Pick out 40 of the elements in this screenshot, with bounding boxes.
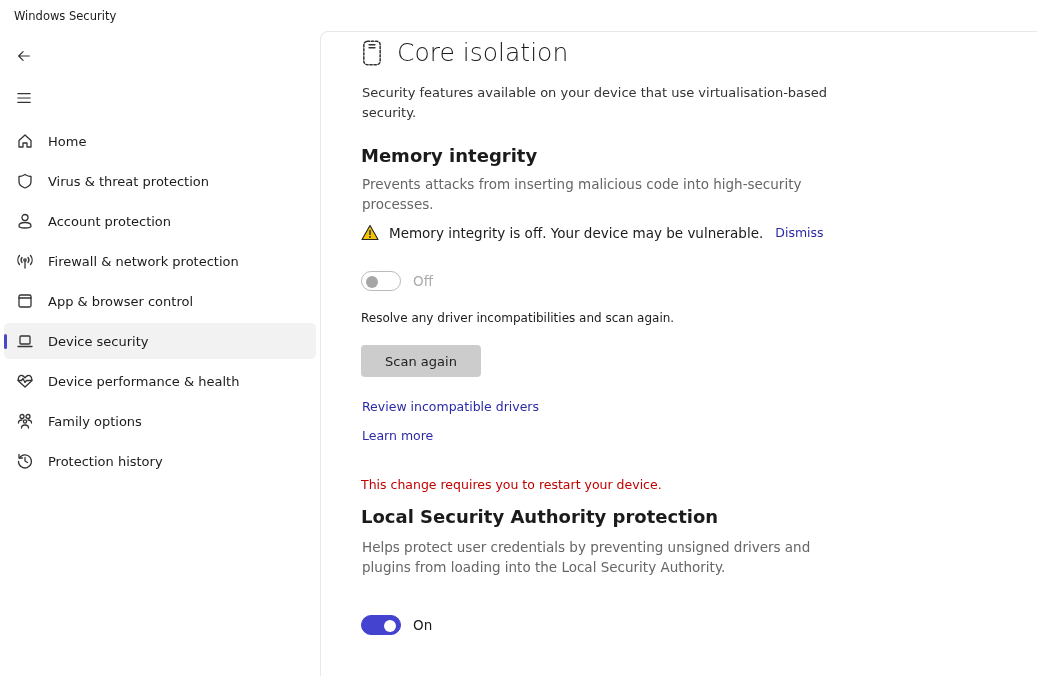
restart-warning: This change requires you to restart your device. <box>361 477 662 492</box>
sidebar-item[interactable]: Protection history <box>4 443 316 479</box>
selection-indicator <box>4 334 7 349</box>
heart-pulse-icon <box>16 372 34 390</box>
sidebar-item[interactable]: Device performance & health <box>4 363 316 399</box>
home-icon <box>16 132 34 150</box>
back-arrow-icon <box>16 48 32 64</box>
section-description: Helps protect user credentials by preventing unsigned drivers and plugins from loading into the Local Security Authority. <box>362 538 812 577</box>
antenna-icon <box>16 252 34 270</box>
laptop-icon <box>16 332 34 350</box>
section-title: Local Security Authority protection <box>361 506 719 527</box>
instruction-text: Resolve any driver incompatibilities and scan again. <box>361 311 675 325</box>
sidebar-item[interactable]: Virus & threat protection <box>4 163 316 199</box>
link[interactable]: Review incompatible drivers <box>362 399 539 414</box>
dismiss-link[interactable]: Dismiss <box>775 225 824 240</box>
scan-again-button[interactable]: Scan again <box>361 345 481 377</box>
sidebar-item[interactable]: Device security <box>4 323 316 359</box>
sidebar-item[interactable]: Home <box>4 123 316 159</box>
shield-icon <box>16 172 34 190</box>
sidebar-item[interactable]: Family options <box>4 403 316 439</box>
person-icon <box>16 212 34 230</box>
toggle-label: Off <box>413 273 433 289</box>
chip-icon <box>361 38 383 67</box>
section-title: Memory integrity <box>361 145 538 166</box>
sidebar-item[interactable]: Account protection <box>4 203 316 239</box>
page-title: Core isolation <box>397 38 569 67</box>
menu-icon <box>16 90 32 106</box>
link[interactable]: Learn more <box>362 428 539 443</box>
window-icon <box>16 292 34 310</box>
family-icon <box>16 412 34 430</box>
section-description: Prevents attacks from inserting malicious code into high-security processes. <box>362 175 803 214</box>
warning-text: Memory integrity is off. Your device may be vulnerable. <box>389 224 764 241</box>
window-title: Windows Security <box>14 8 117 23</box>
warning-icon <box>361 224 379 241</box>
history-icon <box>16 452 34 470</box>
page-description: Security features available on your device that use virtualisation-based security. <box>362 84 829 122</box>
sidebar-item[interactable]: Firewall & network protection <box>4 243 316 279</box>
toggle-label: On <box>413 617 433 633</box>
sidebar-item[interactable]: App & browser control <box>4 283 316 319</box>
toggle-switch[interactable] <box>361 615 401 635</box>
